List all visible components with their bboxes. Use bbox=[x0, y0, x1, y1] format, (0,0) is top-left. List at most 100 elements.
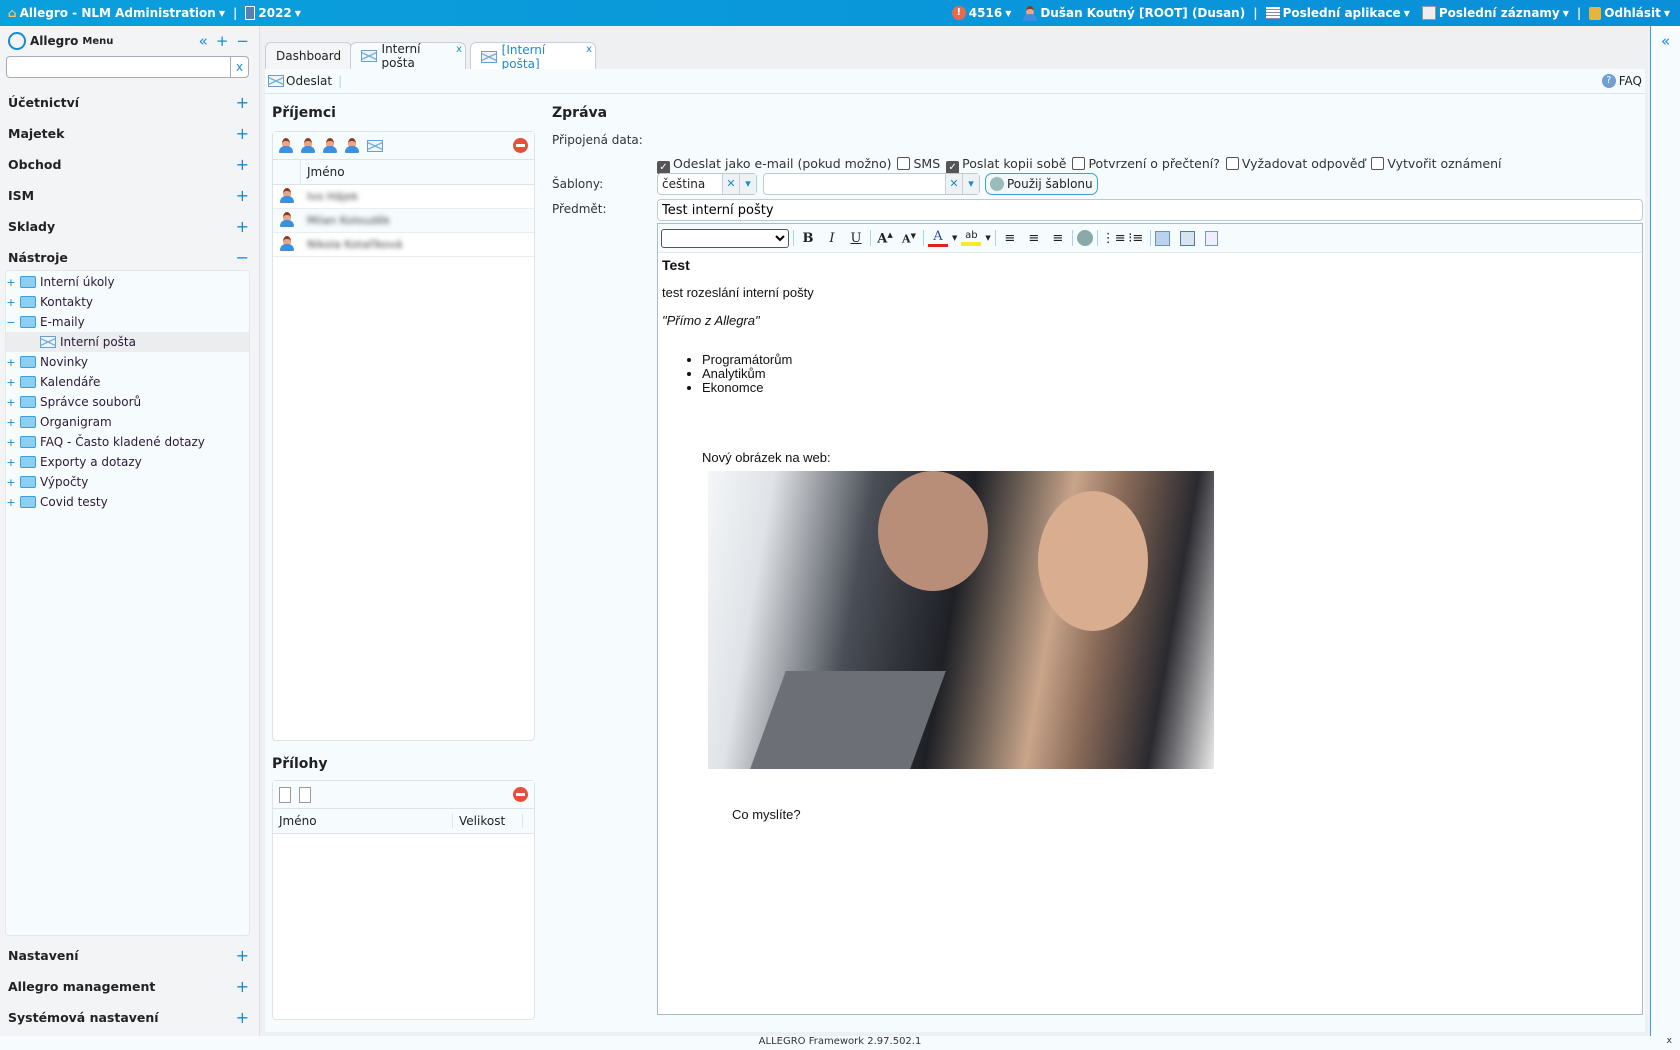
ordered-list-icon[interactable]: ⋮≡ bbox=[1102, 231, 1126, 246]
checkbox-icon[interactable] bbox=[1225, 157, 1239, 170]
add-contact-icon[interactable] bbox=[301, 138, 315, 153]
alerts-button[interactable]: ! 4516 ▼ bbox=[951, 6, 1011, 20]
font-shrink-icon[interactable]: A▼ bbox=[899, 231, 919, 246]
option-checkbox[interactable]: ✓ Odeslat jako e-mail (pokud možno) bbox=[657, 156, 891, 174]
subject-input[interactable] bbox=[657, 199, 1643, 221]
expand-icon[interactable]: + bbox=[6, 436, 16, 449]
tree-item[interactable]: + Organigram bbox=[6, 412, 249, 432]
tree-item[interactable]: + Covid testy bbox=[6, 492, 249, 512]
sidebar-section[interactable]: Nastavení + bbox=[8, 940, 249, 970]
recent-apps-button[interactable]: Poslední aplikace ▼ bbox=[1265, 6, 1410, 20]
template-language-select[interactable]: čeština ✕ ▾ bbox=[657, 173, 757, 195]
tab-close-icon[interactable]: x bbox=[456, 44, 462, 55]
font-color-icon[interactable]: A bbox=[928, 229, 948, 247]
unordered-list-icon[interactable]: ⁝≡ bbox=[1126, 231, 1146, 246]
expand-icon[interactable]: + bbox=[6, 396, 16, 409]
toggle-icon[interactable]: + bbox=[236, 946, 249, 965]
expand-icon[interactable]: + bbox=[6, 276, 16, 289]
tree-item[interactable]: + FAQ - Často kladené dotazy bbox=[6, 432, 249, 452]
logout-button[interactable]: Odhlásit ▼ bbox=[1589, 6, 1670, 20]
collapse-all-icon[interactable]: − bbox=[236, 32, 249, 50]
toggle-icon[interactable]: + bbox=[236, 124, 249, 143]
underline-icon[interactable]: U bbox=[846, 231, 866, 246]
tree-item[interactable]: + Interní úkoly bbox=[6, 272, 249, 292]
expand-icon[interactable]: + bbox=[6, 476, 16, 489]
add-user-icon[interactable] bbox=[279, 138, 293, 153]
add-employee-icon[interactable] bbox=[323, 138, 337, 153]
expand-icon[interactable]: + bbox=[6, 376, 16, 389]
tree-item[interactable]: + Kalendáře bbox=[6, 372, 249, 392]
col-name[interactable]: Jméno bbox=[301, 165, 345, 179]
remove-recipient-icon[interactable] bbox=[513, 138, 528, 153]
link-icon[interactable] bbox=[1076, 230, 1093, 246]
checkbox-icon[interactable] bbox=[897, 157, 911, 170]
sidebar-section[interactable]: ISM + bbox=[8, 180, 249, 210]
font-grow-icon[interactable]: A▲ bbox=[875, 230, 895, 246]
remove-attachment-icon[interactable] bbox=[513, 787, 528, 802]
expand-icon[interactable]: + bbox=[6, 496, 16, 509]
tree-item[interactable]: Interní pošta bbox=[6, 332, 249, 352]
checkbox-icon[interactable] bbox=[1371, 157, 1385, 170]
option-checkbox[interactable]: Vyžadovat odpověď bbox=[1225, 156, 1365, 174]
align-center-icon[interactable]: ≡ bbox=[1024, 231, 1044, 246]
insert-file-icon[interactable] bbox=[1204, 230, 1218, 246]
col-name[interactable]: Jméno bbox=[273, 814, 453, 828]
edit-html-icon[interactable] bbox=[1154, 230, 1170, 246]
tree-item[interactable]: + Novinky bbox=[6, 352, 249, 372]
chevron-down-icon[interactable]: ▾ bbox=[962, 174, 979, 194]
tree-item[interactable]: + Správce souborů bbox=[6, 392, 249, 412]
tab-interni-posta[interactable]: Interní pošta x bbox=[350, 42, 466, 70]
toggle-icon[interactable]: + bbox=[236, 93, 249, 112]
recipient-row[interactable]: Ivo Hájek bbox=[273, 185, 534, 209]
highlight-icon[interactable]: ab bbox=[961, 230, 982, 246]
tab-interni-posta-active[interactable]: [Interní pošta] x bbox=[470, 42, 596, 71]
insert-image-icon[interactable] bbox=[1179, 230, 1195, 246]
italic-icon[interactable]: I bbox=[822, 231, 842, 246]
recipient-row[interactable]: Nikola Kotaříková bbox=[273, 233, 534, 257]
expand-icon[interactable]: + bbox=[6, 416, 16, 429]
option-checkbox[interactable]: Vytvořit oznámení bbox=[1371, 156, 1502, 174]
add-email-icon[interactable] bbox=[367, 139, 383, 152]
tab-close-icon[interactable]: x bbox=[586, 44, 592, 55]
template-select[interactable]: ✕ ▾ bbox=[763, 173, 980, 195]
chevron-down-icon[interactable]: ▾ bbox=[739, 174, 756, 194]
add-group-icon[interactable] bbox=[345, 138, 359, 153]
expand-panel-icon[interactable]: « bbox=[1661, 32, 1670, 50]
year-selector[interactable]: 2022 ▼ bbox=[245, 6, 301, 20]
option-checkbox[interactable]: SMS bbox=[897, 156, 940, 174]
menu-search-input[interactable] bbox=[7, 57, 230, 77]
align-left-icon[interactable]: ≡ bbox=[1000, 231, 1020, 246]
sidebar-section[interactable]: Allegro management + bbox=[8, 971, 249, 1001]
checkbox-icon[interactable] bbox=[1072, 157, 1086, 170]
tree-item[interactable]: + Kontakty bbox=[6, 292, 249, 312]
tree-item[interactable]: + Výpočty bbox=[6, 472, 249, 492]
option-checkbox[interactable]: Potvrzení o přečtení? bbox=[1072, 156, 1220, 174]
toggle-icon[interactable]: + bbox=[236, 217, 249, 236]
font-select[interactable] bbox=[661, 228, 789, 248]
expand-icon[interactable]: + bbox=[6, 296, 16, 309]
expand-all-icon[interactable]: + bbox=[216, 32, 229, 50]
recipient-row[interactable]: Milan Kolouděk bbox=[273, 209, 534, 233]
sidebar-section[interactable]: Účetnictví + bbox=[8, 87, 249, 117]
tree-item[interactable]: + Exporty a dotazy bbox=[6, 452, 249, 472]
collapse-sidebar-icon[interactable]: « bbox=[199, 32, 208, 50]
sidebar-section[interactable]: Obchod + bbox=[8, 149, 249, 179]
sidebar-section[interactable]: Systémová nastavení + bbox=[8, 1002, 249, 1032]
apply-template-button[interactable]: Použij šablonu bbox=[985, 173, 1098, 195]
sidebar-section[interactable]: Sklady + bbox=[8, 211, 249, 241]
bold-icon[interactable]: B bbox=[798, 231, 818, 246]
expand-icon[interactable]: + bbox=[6, 456, 16, 469]
align-right-icon[interactable]: ≡ bbox=[1048, 231, 1068, 246]
recent-records-button[interactable]: Poslední záznamy ▼ bbox=[1421, 6, 1569, 20]
tab-dashboard[interactable]: Dashboard bbox=[265, 42, 353, 69]
toggle-icon[interactable]: + bbox=[236, 977, 249, 996]
app-menu[interactable]: ⌂ Allegro - NLM Administration ▼ bbox=[8, 6, 225, 20]
clear-icon[interactable]: ✕ bbox=[945, 174, 962, 194]
toggle-icon[interactable]: + bbox=[236, 1008, 249, 1027]
sidebar-section[interactable]: Majetek + bbox=[8, 118, 249, 148]
faq-button[interactable]: ? FAQ bbox=[1601, 74, 1642, 88]
send-button[interactable]: Odeslat bbox=[268, 74, 332, 88]
toggle-icon[interactable]: + bbox=[236, 155, 249, 174]
clear-icon[interactable]: ✕ bbox=[722, 174, 739, 194]
user-button[interactable]: Dušan Koutný [ROOT] (Dusan) bbox=[1023, 5, 1245, 21]
